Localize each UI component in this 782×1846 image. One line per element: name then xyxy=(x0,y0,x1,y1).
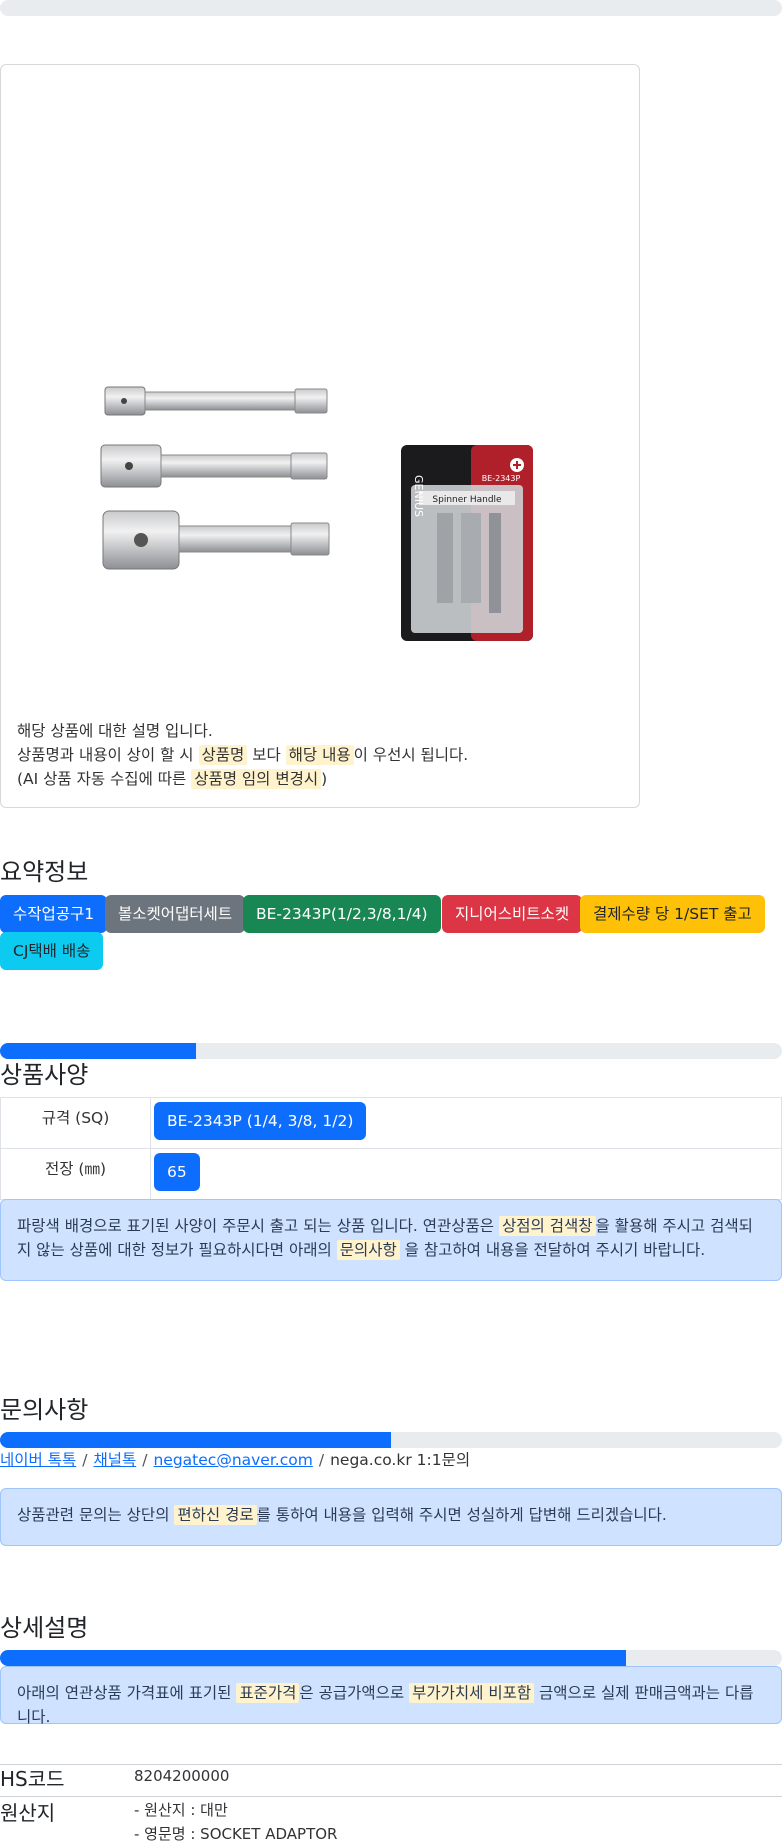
divider xyxy=(0,1764,782,1765)
divider xyxy=(0,1796,782,1797)
naver-talk-link[interactable]: 네이버 톡톡 xyxy=(0,1451,76,1469)
product-image: Spinner Handle BE-2343P GENIUS xyxy=(100,386,533,641)
summary-badge-product-type[interactable]: 볼소켓어댑터세트 xyxy=(105,895,246,933)
top-progress-bar xyxy=(0,0,782,16)
summary-badge-delivery[interactable]: CJ택배 배송 xyxy=(0,932,104,970)
spec-key-size: 규격 (SQ) xyxy=(0,1097,151,1149)
specs-title: 상품사양 xyxy=(0,1061,89,1089)
detail-title: 상세설명 xyxy=(0,1614,89,1642)
table-row: 규격 (SQ) BE-2343P (1/4, 3/8, 1/2) xyxy=(0,1097,782,1149)
channel-talk-link[interactable]: 채널톡 xyxy=(93,1451,136,1469)
adaptor-medium-icon xyxy=(100,444,328,488)
blister-package-icon: Spinner Handle BE-2343P GENIUS xyxy=(401,445,533,641)
email-link[interactable]: negatec@naver.com xyxy=(153,1451,312,1469)
hs-code-value: 8204200000 xyxy=(134,1767,230,1785)
spec-value-size: BE-2343P (1/4, 3/8, 1/2) xyxy=(150,1097,782,1149)
origin-value: - 원산지 : 대만 - 영문명 : SOCKET ADAPTOR xyxy=(134,1798,337,1846)
spec-value-badge[interactable]: 65 xyxy=(154,1153,200,1191)
inquiry-progress-bar xyxy=(0,1432,782,1448)
summary-badge-brand[interactable]: 지니어스비트소켓 xyxy=(442,895,583,933)
hs-code-label: HS코드 xyxy=(0,1767,65,1791)
description-line-3: (AI 상품 자동 수집에 따른 상품명 임의 변경시) xyxy=(17,769,328,789)
detail-progress-bar xyxy=(0,1650,782,1666)
svg-text:Spinner Handle: Spinner Handle xyxy=(432,495,502,505)
site-inquiry-text: nega.co.kr 1:1문의 xyxy=(330,1451,471,1469)
specs-note: 파랑색 배경으로 표기된 사양이 주문시 출고 되는 상품 입니다. 연관상품은… xyxy=(0,1199,782,1281)
summary-title: 요약정보 xyxy=(0,858,89,886)
inquiry-links: 네이버 톡톡 / 채널톡 / negatec@naver.com / nega.co.kr … xyxy=(0,1451,471,1469)
table-row: 전장 (㎜) 65 xyxy=(0,1148,782,1200)
origin-label: 원산지 xyxy=(0,1801,56,1825)
specs-table: 규격 (SQ) BE-2343P (1/4, 3/8, 1/2) 전장 (㎜) … xyxy=(0,1097,782,1200)
adaptor-small-icon xyxy=(104,386,328,416)
detail-note: 아래의 연관상품 가격표에 표기된 표준가격 은 공급가액으로 부가가치세 비포함… xyxy=(0,1666,782,1726)
adaptor-large-icon xyxy=(102,510,330,570)
product-description: 해당 상품에 대한 설명 입니다. 상품명과 내용이 상이 할 시 상품명 보다… xyxy=(17,719,468,791)
product-card: Spinner Handle BE-2343P GENIUS 해당 상품에 대한… xyxy=(0,64,640,808)
svg-text:BE-2343P: BE-2343P xyxy=(482,474,521,483)
detail-progress-fill xyxy=(0,1650,626,1666)
svg-text:GENIUS: GENIUS xyxy=(412,475,425,517)
summary-badge-category[interactable]: 수작업공구1 xyxy=(0,895,108,933)
inquiry-progress-fill xyxy=(0,1432,391,1448)
inquiry-title: 문의사항 xyxy=(0,1396,89,1424)
summary-badge-quantity[interactable]: 결제수량 당 1/SET 출고 xyxy=(580,895,765,933)
inquiry-note: 상품관련 문의는 상단의 편하신 경로 를 통하여 내용을 입력해 주시면 성실하… xyxy=(0,1488,782,1546)
spec-value-badge[interactable]: BE-2343P (1/4, 3/8, 1/2) xyxy=(154,1102,367,1140)
origin-english-name: - 영문명 : SOCKET ADAPTOR xyxy=(134,1825,338,1843)
spec-value-length: 65 xyxy=(150,1148,782,1200)
description-line-1: 해당 상품에 대한 설명 입니다. xyxy=(17,722,213,740)
origin-country: - 원산지 : 대만 xyxy=(134,1801,228,1819)
spec-key-length: 전장 (㎜) xyxy=(0,1148,151,1200)
summary-badge-model[interactable]: BE-2343P(1/2,3/8,1/4) xyxy=(243,895,441,933)
specs-progress-bar xyxy=(0,1043,782,1059)
description-line-2: 상품명과 내용이 상이 할 시 상품명 보다 해당 내용 이 우선시 됩니다. xyxy=(17,745,469,765)
